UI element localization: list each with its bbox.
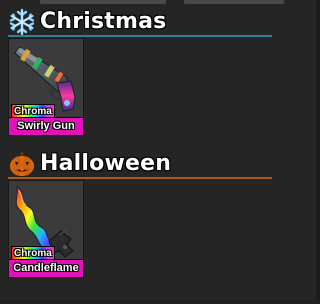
jack-o-lantern-icon bbox=[10, 152, 34, 176]
section-title: Halloween bbox=[40, 151, 172, 176]
snowflake-icon bbox=[9, 8, 35, 36]
item-card-candleflame[interactable]: Chroma Candleflame bbox=[8, 180, 84, 278]
section-divider bbox=[8, 35, 272, 37]
section-title: Christmas bbox=[40, 9, 167, 34]
bottom-strip bbox=[0, 300, 320, 304]
inventory-scroll-frame[interactable]: Christmas Chroma Swirly Gun Halloween Ch… bbox=[0, 0, 320, 304]
item-card-swirly-gun[interactable]: Chroma Swirly Gun bbox=[8, 38, 84, 136]
item-name-label: Candleflame bbox=[9, 259, 83, 277]
item-name-label: Swirly Gun bbox=[9, 117, 83, 135]
section-divider bbox=[8, 177, 272, 179]
scrollbar[interactable] bbox=[316, 0, 320, 304]
